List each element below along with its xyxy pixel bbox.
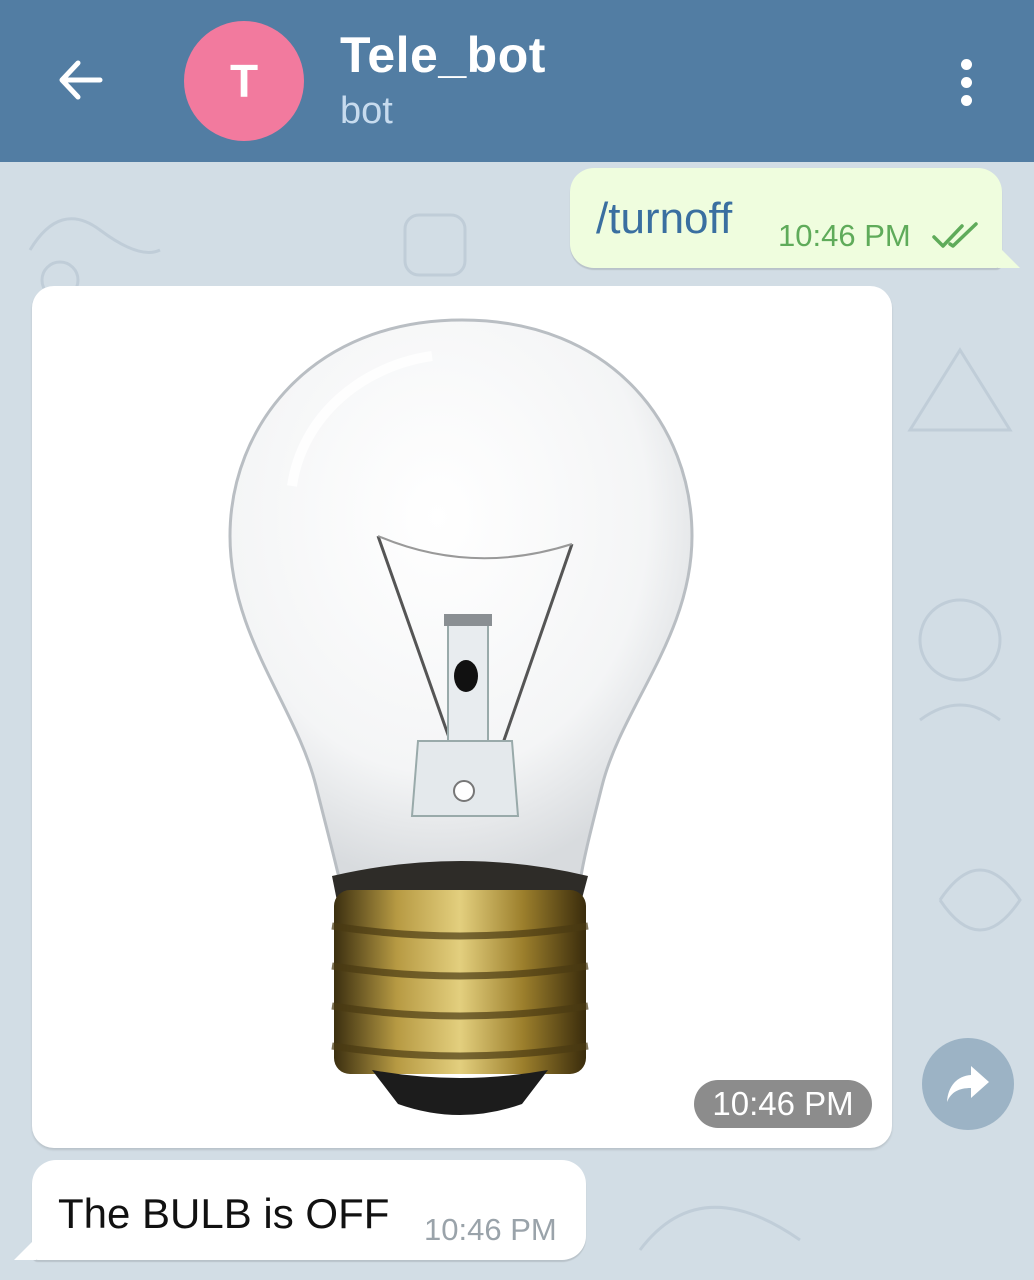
photo-time: 10:46 PM	[694, 1080, 872, 1128]
message-text: The BULB is OFF	[58, 1190, 390, 1237]
message-text: /turnoff	[596, 194, 733, 243]
arrow-left-icon	[59, 60, 103, 100]
message-time: 10:46 PM	[424, 1212, 557, 1247]
outgoing-message[interactable]: /turnoff 10:46 PM	[570, 168, 1020, 268]
message-time: 10:46 PM	[778, 218, 911, 253]
incoming-message[interactable]: The BULB is OFF 10:46 PM	[14, 1160, 586, 1260]
share-button[interactable]	[922, 1038, 1014, 1130]
chat-title[interactable]: Tele_bot	[340, 26, 546, 84]
avatar[interactable]: T	[184, 21, 304, 141]
share-icon	[947, 1066, 989, 1102]
chat-header: T Tele_bot bot	[0, 0, 1034, 162]
chat-subtitle: bot	[340, 90, 393, 132]
doodle-icon	[918, 598, 1002, 722]
more-vertical-icon[interactable]	[944, 50, 988, 114]
back-button[interactable]	[48, 48, 112, 112]
doodle-icon	[907, 347, 1013, 432]
light-bulb-image	[228, 318, 694, 1115]
doodle-icon	[938, 868, 1022, 932]
double-check-icon	[932, 222, 978, 248]
doodle-icon	[403, 213, 467, 277]
photo-message[interactable]: 10:46 PM	[32, 286, 892, 1148]
doodle-icon	[638, 1205, 801, 1251]
